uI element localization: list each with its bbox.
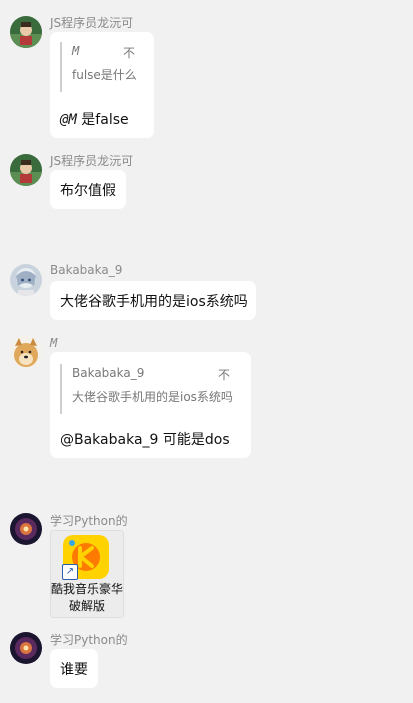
message-text: 谁要: [60, 662, 88, 678]
quoted-sender-name: Bakabaka_9: [72, 366, 145, 380]
file-name-label: 酷我音乐豪华破解版: [51, 582, 124, 613]
sender-name[interactable]: 学习Python的: [50, 512, 128, 529]
galaxy-avatar-icon: [10, 632, 42, 664]
avatar[interactable]: [10, 632, 42, 664]
message-bubble[interactable]: 布尔值假: [50, 170, 126, 209]
quoted-message[interactable]: Bakabaka_9 不 大佬谷歌手机用的是ios系统吗: [60, 364, 242, 414]
quoted-sender-name: M: [72, 44, 80, 58]
anime-girl-avatar-icon: [10, 264, 42, 296]
sender-name[interactable]: JS程序员龙沅可: [50, 14, 133, 31]
message-bubble[interactable]: 大佬谷歌手机用的是ios系统吗: [50, 281, 256, 320]
sender-name[interactable]: M: [50, 336, 57, 350]
anime-character-avatar-icon: [10, 154, 42, 186]
quoted-text: 大佬谷歌手机用的是ios系统吗: [72, 390, 233, 404]
message-text: 布尔值假: [60, 183, 116, 199]
sender-name[interactable]: Bakabaka_9: [50, 263, 122, 277]
message-bubble[interactable]: M 不 fulse是什么 @M 是false: [50, 32, 154, 138]
anime-character-avatar-icon: [10, 16, 42, 48]
quoted-text: fulse是什么: [72, 68, 137, 82]
quoted-message[interactable]: M 不 fulse是什么: [60, 42, 146, 92]
sender-name[interactable]: JS程序员龙沅可: [50, 152, 133, 169]
avatar[interactable]: [10, 16, 42, 48]
shortcut-arrow-icon: ↗: [62, 564, 78, 580]
message-text-rest: 是false: [76, 112, 129, 128]
message-bubble[interactable]: Bakabaka_9 不 大佬谷歌手机用的是ios系统吗 @Bakabaka_9…: [50, 352, 251, 458]
message-text: @M 是false: [60, 109, 129, 129]
avatar[interactable]: [10, 264, 42, 296]
avatar[interactable]: [10, 336, 42, 368]
message-text: 大佬谷歌手机用的是ios系统吗: [60, 294, 248, 310]
quote-flag-text: 不: [218, 368, 231, 382]
message-bubble[interactable]: 谁要: [50, 649, 98, 688]
quote-flag-text: 不: [123, 46, 136, 60]
sender-name[interactable]: 学习Python的: [50, 631, 128, 648]
avatar[interactable]: [10, 154, 42, 186]
message-text: @Bakabaka_9 可能是dos: [60, 432, 230, 448]
avatar[interactable]: [10, 513, 42, 545]
mention-text: @M: [60, 112, 77, 128]
file-attachment[interactable]: ↗ 酷我音乐豪华破解版: [50, 530, 124, 618]
galaxy-avatar-icon: [10, 513, 42, 545]
doge-avatar-icon: [10, 336, 42, 368]
